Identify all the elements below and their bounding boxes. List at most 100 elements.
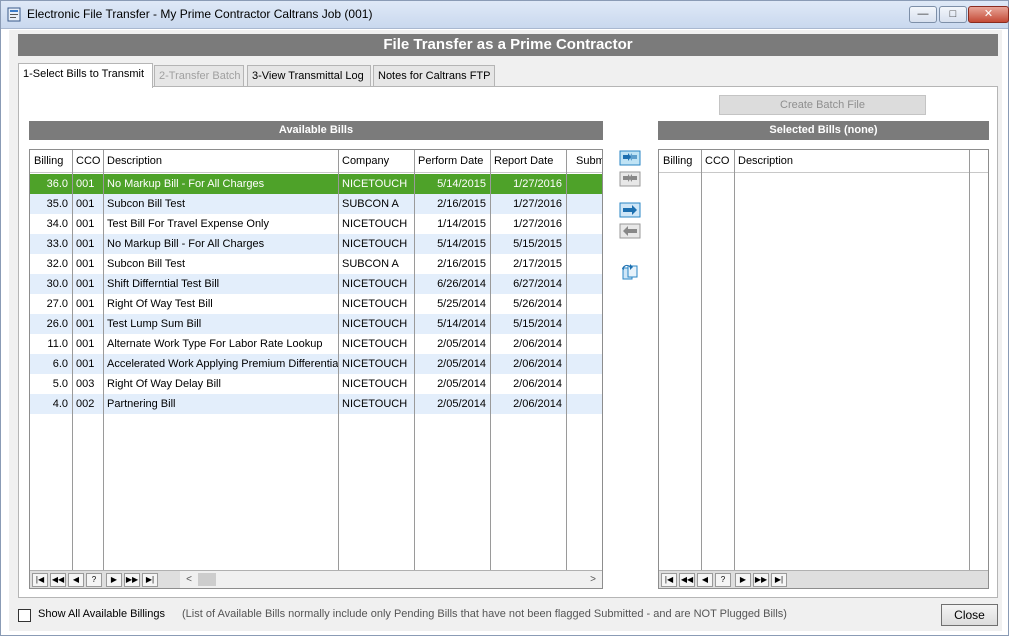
- nav-prev-page-button[interactable]: ◀◀: [50, 573, 66, 587]
- cell-description: Test Bill For Travel Expense Only: [107, 218, 270, 230]
- column-divider: [103, 150, 104, 570]
- scroll-right-arrow[interactable]: >: [586, 572, 600, 587]
- table-row[interactable]: 34.0 001 Test Bill For Travel Expense Only…: [30, 214, 602, 234]
- table-row[interactable]: 6.0 001 Accelerated Work Applying Premium …: [30, 354, 602, 374]
- nav-help-button[interactable]: ?: [86, 573, 102, 587]
- table-row[interactable]: 35.0 001 Subcon Bill Test SUBCON A 2/16/2015…: [30, 194, 602, 214]
- nav-last-button[interactable]: ▶|: [142, 573, 158, 587]
- tab-select-bills[interactable]: 1-Select Bills to Transmit: [18, 63, 153, 88]
- nav-next-page-button[interactable]: ▶▶: [124, 573, 140, 587]
- table-row[interactable]: 27.0 001 Right Of Way Test Bill NICETOUCH 5/…: [30, 294, 602, 314]
- selected-nav-first-button[interactable]: |◀: [661, 573, 677, 587]
- cell-company: NICETOUCH: [342, 278, 408, 290]
- cell-report-date: 1/27/2016: [513, 218, 562, 230]
- cell-description: Alternate Work Type For Labor Rate Looku…: [107, 338, 323, 350]
- cell-company: NICETOUCH: [342, 338, 408, 350]
- table-row[interactable]: 11.0 001 Alternate Work Type For Labor Rat…: [30, 334, 602, 354]
- column-header-billing[interactable]: Billing: [30, 150, 72, 173]
- table-row[interactable]: 4.0 002 Partnering Bill NICETOUCH 2/05/2014 2…: [30, 394, 602, 414]
- available-bills-grid[interactable]: Billing CCO Description Company Perform …: [29, 149, 603, 589]
- cell-perform-date: 1/14/2015: [437, 218, 486, 230]
- nav-prev-button[interactable]: ◀: [68, 573, 84, 587]
- column-divider: [969, 150, 970, 570]
- cell-report-date: 2/06/2014: [513, 358, 562, 370]
- selected-nav-next-button[interactable]: ▶: [735, 573, 751, 587]
- cell-perform-date: 2/05/2014: [437, 398, 486, 410]
- cell-cco: 001: [76, 178, 95, 190]
- selected-nav-help-button[interactable]: ?: [715, 573, 731, 587]
- tab-view-transmittal-log[interactable]: 3-View Transmittal Log: [247, 65, 371, 87]
- column-divider: [72, 150, 73, 570]
- maximize-button[interactable]: □: [939, 6, 967, 23]
- cell-description: Accelerated Work Applying Premium Differ…: [107, 358, 338, 370]
- column-header-submitted[interactable]: Subm: [572, 150, 602, 173]
- cell-company: SUBCON A: [342, 198, 399, 210]
- move-all-left-icon[interactable]: [619, 170, 641, 188]
- title-bar[interactable]: Electronic File Transfer - My Prime Cont…: [1, 1, 1009, 29]
- scroll-left-arrow[interactable]: <: [182, 572, 196, 587]
- cell-report-date: 2/06/2014: [513, 398, 562, 410]
- cell-perform-date: 2/05/2014: [437, 358, 486, 370]
- column-header-perform-date[interactable]: Perform Date: [414, 150, 490, 173]
- nav-first-button[interactable]: |◀: [32, 573, 48, 587]
- selected-bills-grid[interactable]: Billing CCO Description |◀ ◀◀ ◀ ? ▶ ▶▶ ▶…: [658, 149, 989, 589]
- column-header-report-date[interactable]: Report Date: [490, 150, 566, 173]
- cell-perform-date: 2/05/2014: [437, 338, 486, 350]
- table-row[interactable]: 5.0 003 Right Of Way Delay Bill NICETOUCH 2/…: [30, 374, 602, 394]
- column-divider: [414, 150, 415, 570]
- cell-description: Right Of Way Test Bill: [107, 298, 213, 310]
- cell-cco: 001: [76, 258, 95, 270]
- create-batch-file-button: Create Batch File: [719, 95, 926, 115]
- tab-notes-caltrans-ftp[interactable]: Notes for Caltrans FTP: [373, 65, 495, 87]
- selected-column-header-cco[interactable]: CCO: [701, 150, 734, 173]
- cell-perform-date: 2/16/2015: [437, 258, 486, 270]
- cell-report-date: 1/27/2016: [513, 178, 562, 190]
- close-button[interactable]: Close: [941, 604, 998, 626]
- column-divider: [566, 150, 567, 570]
- move-right-icon[interactable]: [619, 201, 641, 219]
- cell-description: No Markup Bill - For All Charges: [107, 238, 265, 250]
- move-all-right-icon[interactable]: [619, 149, 641, 167]
- selected-nav-next-page-button[interactable]: ▶▶: [753, 573, 769, 587]
- close-window-button[interactable]: ✕: [968, 6, 1009, 23]
- grid-header-row: Billing CCO Description Company Perform …: [30, 150, 602, 173]
- cell-report-date: 1/27/2016: [513, 198, 562, 210]
- column-divider: [490, 150, 491, 570]
- cell-billing: 27.0: [46, 298, 68, 310]
- selected-nav-last-button[interactable]: ▶|: [771, 573, 787, 587]
- show-all-billings-checkbox[interactable]: [18, 609, 31, 622]
- cell-company: NICETOUCH: [342, 178, 408, 190]
- cell-company: NICETOUCH: [342, 318, 408, 330]
- refresh-copy-icon[interactable]: [619, 263, 641, 281]
- minimize-button[interactable]: —: [909, 6, 937, 23]
- selected-column-header-description[interactable]: Description: [734, 150, 969, 173]
- cell-cco: 001: [76, 218, 95, 230]
- scroll-thumb[interactable]: [198, 573, 216, 586]
- cell-company: NICETOUCH: [342, 398, 408, 410]
- selected-nav-prev-button[interactable]: ◀: [697, 573, 713, 587]
- table-row[interactable]: 32.0 001 Subcon Bill Test SUBCON A 2/16/2015…: [30, 254, 602, 274]
- table-row[interactable]: 30.0 001 Shift Differntial Test Bill NICETO…: [30, 274, 602, 294]
- column-header-cco[interactable]: CCO: [72, 150, 103, 173]
- cell-cco: 001: [76, 318, 95, 330]
- app-window-icon: [7, 7, 21, 22]
- show-all-billings-label[interactable]: Show All Available Billings: [38, 608, 165, 620]
- move-left-icon[interactable]: [619, 222, 641, 240]
- table-row[interactable]: 33.0 001 No Markup Bill - For All Charges N…: [30, 234, 602, 254]
- table-row[interactable]: 26.0 001 Test Lump Sum Bill NICETOUCH 5/14/2…: [30, 314, 602, 334]
- cell-description: Test Lump Sum Bill: [107, 318, 202, 330]
- cell-billing: 33.0: [46, 238, 68, 250]
- cell-perform-date: 2/16/2015: [437, 198, 486, 210]
- selected-column-header-billing[interactable]: Billing: [659, 150, 701, 173]
- column-header-description[interactable]: Description: [103, 150, 338, 173]
- nav-next-button[interactable]: ▶: [106, 573, 122, 587]
- cell-description: Right Of Way Delay Bill: [107, 378, 221, 390]
- selected-nav-prev-page-button[interactable]: ◀◀: [679, 573, 695, 587]
- cell-perform-date: 5/14/2014: [437, 318, 486, 330]
- column-header-company[interactable]: Company: [338, 150, 414, 173]
- horizontal-scrollbar[interactable]: < >: [180, 571, 602, 588]
- table-row[interactable]: 36.0 001 No Markup Bill - For All Charges N…: [30, 174, 602, 194]
- cell-report-date: 5/15/2015: [513, 238, 562, 250]
- cell-company: SUBCON A: [342, 258, 399, 270]
- available-grid-navigator: |◀ ◀◀ ◀ ? ▶ ▶▶ ▶| < >: [30, 570, 602, 588]
